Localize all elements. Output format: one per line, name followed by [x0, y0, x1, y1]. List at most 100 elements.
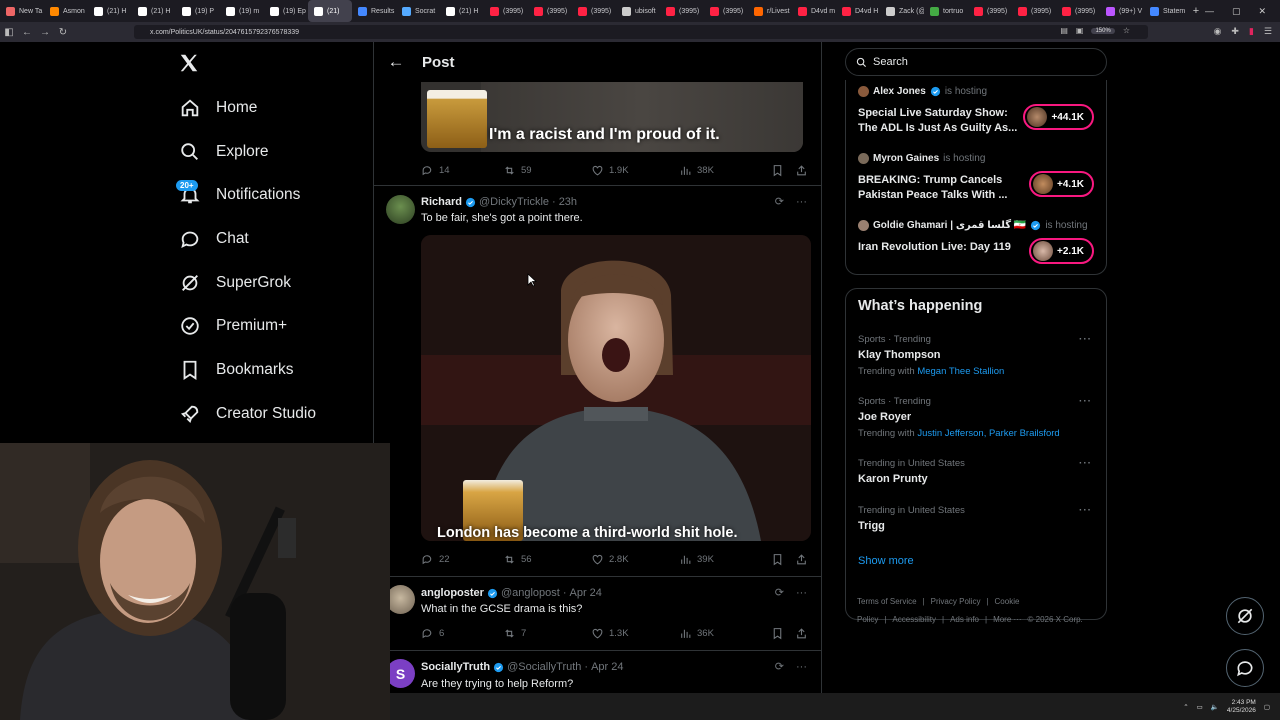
- browser-tab[interactable]: (21) H: [132, 0, 176, 22]
- trend-item[interactable]: Sports · Trending Joe Royer Trending with …: [858, 396, 1098, 439]
- browser-tab[interactable]: (21) H: [440, 0, 484, 22]
- tray-chevron-icon[interactable]: ⌃: [1183, 703, 1188, 711]
- volume-icon[interactable]: 🔈: [1211, 703, 1219, 711]
- timestamp[interactable]: Apr 24: [591, 661, 623, 673]
- browser-tab[interactable]: (3995): [660, 0, 704, 22]
- browser-tab[interactable]: r/Livest: [748, 0, 792, 22]
- reply-button[interactable]: 14: [421, 164, 503, 177]
- trend-item[interactable]: Trending in United States Karon Prunty ···: [858, 458, 1098, 485]
- trend-item[interactable]: Trending in United States Trigg ···: [858, 505, 1098, 532]
- zoom-level[interactable]: 150%: [1091, 27, 1115, 34]
- nav-item-explore[interactable]: Explore: [178, 135, 269, 169]
- browser-tab[interactable]: Asmon: [44, 0, 88, 22]
- browser-tab[interactable]: (19) P: [176, 0, 220, 22]
- reader-view-icon[interactable]: ▤: [1060, 26, 1068, 35]
- browser-tab[interactable]: ubisoft: [616, 0, 660, 22]
- nav-item-chat[interactable]: Chat: [178, 222, 249, 256]
- browser-tab[interactable]: (99+) V: [1100, 0, 1144, 22]
- network-icon[interactable]: ▭: [1197, 703, 1203, 711]
- extension-icon[interactable]: ✚: [1231, 26, 1239, 37]
- browser-tab[interactable]: (3995): [968, 0, 1012, 22]
- back-nav-icon[interactable]: ←: [18, 27, 36, 38]
- back-arrow-icon[interactable]: ←: [374, 52, 412, 72]
- notification-center-icon[interactable]: ▢: [1264, 703, 1270, 711]
- repost-button[interactable]: 56: [503, 553, 591, 566]
- more-options-icon[interactable]: ···: [1079, 458, 1092, 469]
- like-button[interactable]: 1.3K: [591, 627, 679, 640]
- author-name[interactable]: angloposter: [421, 587, 484, 599]
- author-name[interactable]: Richard: [421, 196, 462, 208]
- nav-item-supergrok[interactable]: SuperGrok: [178, 266, 291, 300]
- repost-button[interactable]: 59: [503, 164, 591, 177]
- browser-tab[interactable]: tortruo: [924, 0, 968, 22]
- nav-item-creator-studio[interactable]: Creator Studio: [178, 397, 316, 431]
- grok-explain-icon[interactable]: ⟳: [775, 586, 784, 599]
- browser-tab[interactable]: New Ta: [0, 0, 44, 22]
- avatar[interactable]: S: [386, 659, 415, 688]
- browser-tab[interactable]: (3995): [528, 0, 572, 22]
- minimize-icon[interactable]: —: [1205, 6, 1214, 16]
- host-name[interactable]: Goldie Ghamari | گلسا قمری 🇮🇷: [873, 220, 1026, 231]
- more-options-icon[interactable]: ···: [796, 196, 807, 208]
- share-button[interactable]: [795, 627, 808, 640]
- browser-tab[interactable]: (21): [308, 0, 352, 22]
- reply-button[interactable]: 6: [421, 627, 503, 640]
- footer-link[interactable]: © 2026 X Corp.: [1028, 615, 1083, 624]
- like-button[interactable]: 2.8K: [591, 553, 679, 566]
- host-name[interactable]: Myron Gaines: [873, 153, 939, 164]
- maximize-icon[interactable]: ▢: [1232, 6, 1241, 17]
- timestamp[interactable]: 23h: [559, 196, 577, 208]
- browser-tab[interactable]: Zack (@: [880, 0, 924, 22]
- star-bookmark-icon[interactable]: ☆: [1123, 26, 1130, 35]
- browser-tab[interactable]: Statem: [1144, 0, 1188, 22]
- bookmark-button[interactable]: [771, 627, 795, 640]
- x-logo-icon[interactable]: [178, 52, 200, 74]
- reload-icon[interactable]: ↻: [54, 27, 72, 38]
- browser-tab[interactable]: D4vd m: [792, 0, 836, 22]
- views-button[interactable]: 36K: [679, 627, 771, 640]
- browser-tab[interactable]: Socrat: [396, 0, 440, 22]
- chat-fab-button[interactable]: [1226, 649, 1264, 687]
- grok-explain-icon[interactable]: ⟳: [775, 195, 784, 208]
- extension-red-icon[interactable]: ▮: [1249, 26, 1254, 37]
- show-more-link[interactable]: Show more: [858, 555, 914, 567]
- share-button[interactable]: [795, 164, 808, 177]
- footer-link[interactable]: More ···: [993, 615, 1021, 624]
- menu-icon[interactable]: ☰: [1264, 26, 1272, 37]
- footer-link[interactable]: Ads info: [950, 615, 979, 624]
- views-button[interactable]: 39K: [679, 553, 771, 566]
- picture-icon[interactable]: ▣: [1076, 26, 1084, 35]
- browser-tab[interactable]: (3995): [572, 0, 616, 22]
- browser-tab[interactable]: D4vd H: [836, 0, 880, 22]
- system-clock[interactable]: 2:43 PM 4/25/2026: [1227, 699, 1256, 715]
- host-name[interactable]: Alex Jones: [873, 86, 926, 97]
- more-options-icon[interactable]: ···: [1079, 505, 1092, 516]
- browser-tab[interactable]: (3995): [1012, 0, 1056, 22]
- trend-related-link[interactable]: Justin Jefferson, Parker Brailsford: [917, 428, 1059, 439]
- more-options-icon[interactable]: ···: [796, 661, 807, 673]
- reply-button[interactable]: 22: [421, 553, 503, 566]
- nav-item-home[interactable]: Home: [178, 91, 257, 125]
- grok-fab-button[interactable]: [1226, 597, 1264, 635]
- footer-link[interactable]: Accessibility: [892, 615, 936, 624]
- tweet-video-media[interactable]: I'm a racist and I'm proud of it.: [421, 82, 803, 152]
- like-button[interactable]: 1.9K: [591, 164, 679, 177]
- tweet-video-media[interactable]: London has become a third-world shit hol…: [421, 235, 811, 541]
- browser-tab[interactable]: Results: [352, 0, 396, 22]
- bookmark-button[interactable]: [771, 164, 795, 177]
- browser-tab[interactable]: (3995): [704, 0, 748, 22]
- space-title[interactable]: BREAKING: Trump Cancels Pakistan Peace T…: [858, 173, 1020, 203]
- space-title[interactable]: Iran Revolution Live: Day 119: [858, 240, 1020, 255]
- nav-item-premium[interactable]: Premium+: [178, 309, 287, 343]
- more-options-icon[interactable]: ···: [1079, 334, 1092, 345]
- repost-button[interactable]: 7: [503, 627, 591, 640]
- space-listen-button[interactable]: +2.1K: [1029, 238, 1094, 264]
- trend-related-link[interactable]: Megan Thee Stallion: [917, 366, 1004, 377]
- author-handle[interactable]: @DickyTrickle: [479, 196, 549, 208]
- space-title[interactable]: Special Live Saturday Show: The ADL Is J…: [858, 106, 1020, 136]
- more-options-icon[interactable]: ···: [796, 587, 807, 599]
- browser-tab[interactable]: (3995): [484, 0, 528, 22]
- footer-link[interactable]: Privacy Policy: [931, 597, 981, 606]
- author-handle[interactable]: @SociallyTruth: [507, 661, 581, 673]
- browser-tab[interactable]: (19) Ep: [264, 0, 308, 22]
